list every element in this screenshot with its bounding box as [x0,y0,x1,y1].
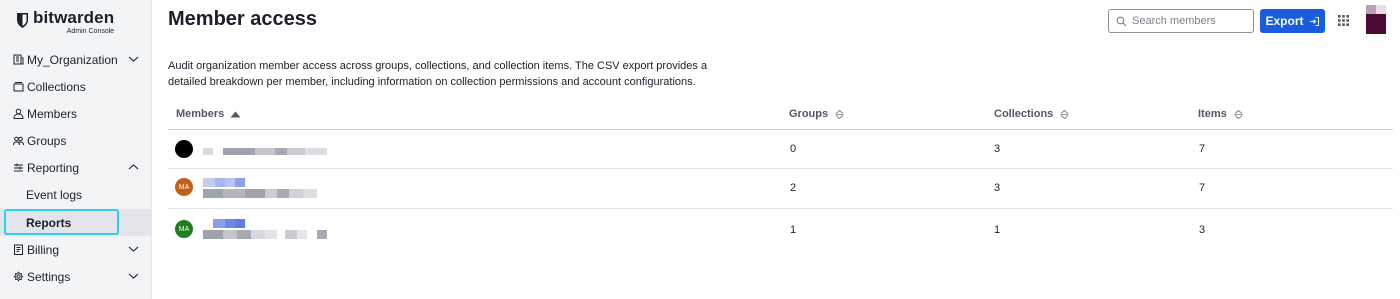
sidebar-item-label: Billing [27,242,60,257]
focus-ring [4,209,119,235]
row-divider [168,208,1393,209]
items-count: 7 [1199,143,1206,155]
groups-count: 0 [790,143,797,155]
collection-icon [13,81,24,92]
sidebar-item-reporting[interactable]: Reporting [0,154,152,181]
sidebar-item-label: Members [27,106,78,121]
avatar [175,140,193,158]
search-input[interactable] [1132,15,1250,27]
sidebar-item-label: Groups [27,133,67,148]
sidebar-item-collections[interactable]: Collections [0,73,152,100]
sidebar-item-reports[interactable]: Reports [0,209,152,236]
export-button[interactable]: Export [1260,9,1325,33]
sort-icon [1234,109,1243,119]
bitwarden-logo[interactable]: bitwarden Admin Console [16,9,114,35]
export-button-label: Export [1265,14,1304,28]
user-icon [13,108,24,119]
chevron-down-icon[interactable] [128,272,139,280]
groups-count: 1 [790,224,797,236]
sort-icon [1060,109,1069,119]
sidebar-item-groups[interactable]: Groups [0,127,152,154]
search-field[interactable] [1108,9,1254,33]
column-header-items[interactable]: Items [1198,108,1244,120]
sidebar-item-settings[interactable]: Settings [0,263,152,290]
gear-icon [13,271,24,282]
sidebar-item-billing[interactable]: Billing [0,236,152,263]
column-header-groups[interactable]: Groups [789,108,845,120]
sidebar-item-members[interactable]: Members [0,100,152,127]
sidebar: bitwarden Admin Console My_Organization … [0,0,152,299]
chevron-down-icon[interactable] [128,245,139,253]
page-title: Member access [168,8,317,30]
sidebar-item-organization[interactable]: My_Organization [0,46,152,73]
redacted-member-name [203,148,327,155]
billing-icon [13,244,24,255]
product-switcher-icon[interactable] [1338,15,1349,26]
sidebar-item-event-logs[interactable]: Event logs [0,181,152,208]
chevron-up-icon[interactable] [128,163,139,171]
account-avatar[interactable] [1366,5,1386,34]
row-divider [168,168,1393,169]
users-icon [13,135,24,146]
table-header-divider [168,129,1393,130]
column-header-collections[interactable]: Collections [994,108,1070,120]
brand-subtitle: Admin Console [66,28,115,35]
items-count: 7 [1199,182,1206,194]
sidebar-item-label: My_Organization [27,52,118,67]
sort-ascending-icon [230,111,241,117]
chevron-down-icon[interactable] [128,55,139,63]
avatar: MA [175,178,193,196]
page-description: Audit organization member access across … [168,60,708,88]
sliders-icon [13,162,24,173]
sidebar-item-label: Event logs [26,187,83,202]
items-count: 3 [1199,224,1206,236]
sort-icon [835,109,844,119]
sidebar-item-label: Settings [27,269,71,284]
organization-icon [13,54,24,65]
sidebar-item-label: Reporting [27,160,80,175]
collections-count: 1 [994,224,1001,236]
column-header-members[interactable]: Members [176,108,241,120]
shield-icon [17,13,28,28]
groups-count: 2 [790,182,797,194]
redacted-member-name [203,219,327,239]
sidebar-item-label: Collections [27,79,86,94]
collections-count: 3 [994,143,1001,155]
redacted-member-name [203,178,317,198]
search-icon [1116,16,1127,26]
sign-out-icon [1309,16,1319,26]
avatar: MA [175,220,193,238]
brand-name: bitwarden [33,8,115,27]
collections-count: 3 [994,182,1001,194]
